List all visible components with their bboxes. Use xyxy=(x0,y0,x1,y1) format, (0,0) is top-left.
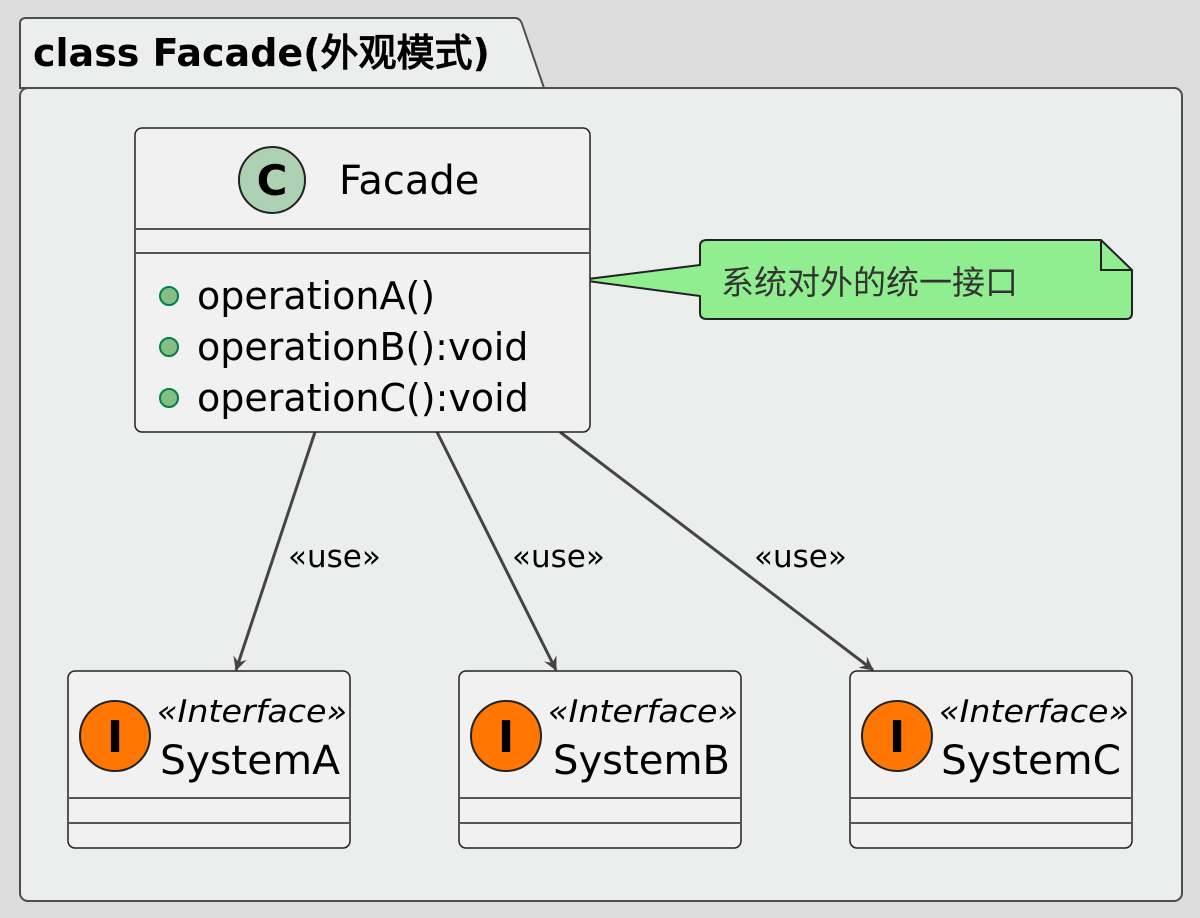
interface-systema[interactable]: I «Interface» SystemA xyxy=(67,670,351,849)
interface-systemb[interactable]: I «Interface» SystemB xyxy=(458,670,742,849)
interface-stereotype: «Interface» xyxy=(157,694,347,730)
public-method-icon xyxy=(159,286,179,306)
interface-name: SystemC xyxy=(941,738,1121,784)
method-row[interactable]: operationB():void xyxy=(159,325,528,369)
package-title: class Facade(外观模式) xyxy=(33,31,490,75)
interface-systemc[interactable]: I «Interface» SystemC xyxy=(849,670,1133,849)
use-label: «use» xyxy=(288,539,381,575)
use-label: «use» xyxy=(754,539,847,575)
class-name: Facade xyxy=(339,158,479,204)
interface-name: SystemA xyxy=(160,738,341,784)
interface-circle-letter: I xyxy=(498,712,514,763)
use-label: «use» xyxy=(512,539,605,575)
method-label: operationA() xyxy=(197,274,435,318)
interface-circle-letter: I xyxy=(107,712,123,763)
method-row[interactable]: operationC():void xyxy=(159,376,529,420)
class-facade[interactable]: C Facade operationA() operationB():void … xyxy=(134,127,591,433)
method-label: operationC():void xyxy=(197,376,529,420)
interface-circle-letter: I xyxy=(889,712,905,763)
interface-stereotype: «Interface» xyxy=(939,694,1129,730)
uml-diagram-canvas: class Facade(外观模式) «use» «use» «use» 系统对… xyxy=(19,17,1183,902)
interface-stereotype: «Interface» xyxy=(548,694,738,730)
method-label: operationB():void xyxy=(197,325,528,369)
note-text: 系统对外的统一接口 xyxy=(721,263,1018,302)
class-circle-letter: C xyxy=(257,156,288,205)
method-row[interactable]: operationA() xyxy=(159,274,435,318)
public-method-icon xyxy=(159,388,179,408)
public-method-icon xyxy=(159,337,179,357)
interface-name: SystemB xyxy=(553,738,730,784)
